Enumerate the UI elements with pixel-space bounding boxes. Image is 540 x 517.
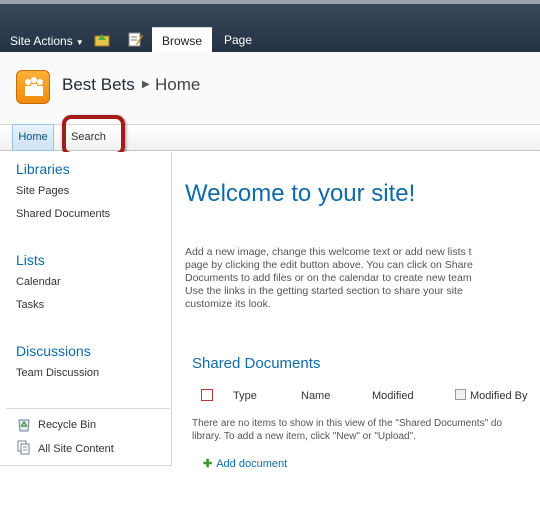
empty-message-line: library. To add a new item, click "New" … xyxy=(192,431,416,442)
select-all-checkbox[interactable] xyxy=(201,389,213,401)
breadcrumb-arrow-icon: ▶ xyxy=(142,79,150,90)
ql-all-site-content[interactable]: All Site Content xyxy=(38,443,114,455)
recycle-bin-icon xyxy=(18,419,30,432)
all-site-content-icon xyxy=(17,440,30,455)
ql-item-tasks[interactable]: Tasks xyxy=(16,299,44,311)
column-header-modified-by[interactable]: Modified By xyxy=(470,390,527,402)
intro-line: Use the links in the getting started sec… xyxy=(185,285,463,297)
tab-page[interactable]: Page xyxy=(216,27,260,52)
edit-page-icon[interactable] xyxy=(127,31,143,47)
column-header-modified[interactable]: Modified xyxy=(372,390,414,402)
window-top-border xyxy=(0,0,540,4)
empty-message-line: There are no items to show in this view … xyxy=(192,418,503,429)
add-document-link[interactable]: ✚ Add document xyxy=(203,457,287,470)
ql-item-calendar[interactable]: Calendar xyxy=(16,276,61,288)
ql-recycle-bin[interactable]: Recycle Bin xyxy=(38,419,96,431)
site-actions-menu[interactable]: Site Actions ▼ xyxy=(10,34,84,48)
ql-item-site-pages[interactable]: Site Pages xyxy=(16,185,69,197)
intro-line: customize its look. xyxy=(185,298,271,310)
site-logo[interactable] xyxy=(16,70,50,104)
topnav-home[interactable]: Home xyxy=(12,124,54,151)
column-header-name[interactable]: Name xyxy=(301,390,330,402)
page-title: Home xyxy=(155,75,201,94)
ql-item-team-discussion[interactable]: Team Discussion xyxy=(16,367,99,379)
intro-line: Documents to add files or on the calenda… xyxy=(185,272,472,284)
intro-line: page by clicking the edit button above. … xyxy=(185,259,473,271)
ql-item-shared-documents[interactable]: Shared Documents xyxy=(16,208,110,220)
ql-heading-lists[interactable]: Lists xyxy=(16,252,45,268)
navigate-up-icon[interactable] xyxy=(94,31,110,47)
intro-text: Add a new image, change this welcome tex… xyxy=(185,246,540,311)
people-icon xyxy=(25,77,43,96)
chevron-down-icon: ▼ xyxy=(75,38,84,47)
intro-line: Add a new image, change this welcome tex… xyxy=(185,246,472,258)
site-actions-label: Site Actions xyxy=(10,34,73,48)
highlight-annotation xyxy=(62,115,125,156)
welcome-heading: Welcome to your site! xyxy=(185,180,416,207)
modified-by-checkbox[interactable] xyxy=(455,389,466,400)
ql-heading-libraries[interactable]: Libraries xyxy=(16,161,70,177)
ql-heading-discussions[interactable]: Discussions xyxy=(16,343,91,359)
add-document-label: Add document xyxy=(216,458,288,470)
tab-browse[interactable]: Browse xyxy=(152,27,212,52)
column-header-type[interactable]: Type xyxy=(233,390,257,402)
empty-list-message: There are no items to show in this view … xyxy=(192,417,502,443)
shared-documents-title[interactable]: Shared Documents xyxy=(192,355,320,372)
ql-divider xyxy=(6,408,170,409)
site-title[interactable]: Best Bets xyxy=(62,75,135,95)
plus-icon: ✚ xyxy=(203,458,213,470)
